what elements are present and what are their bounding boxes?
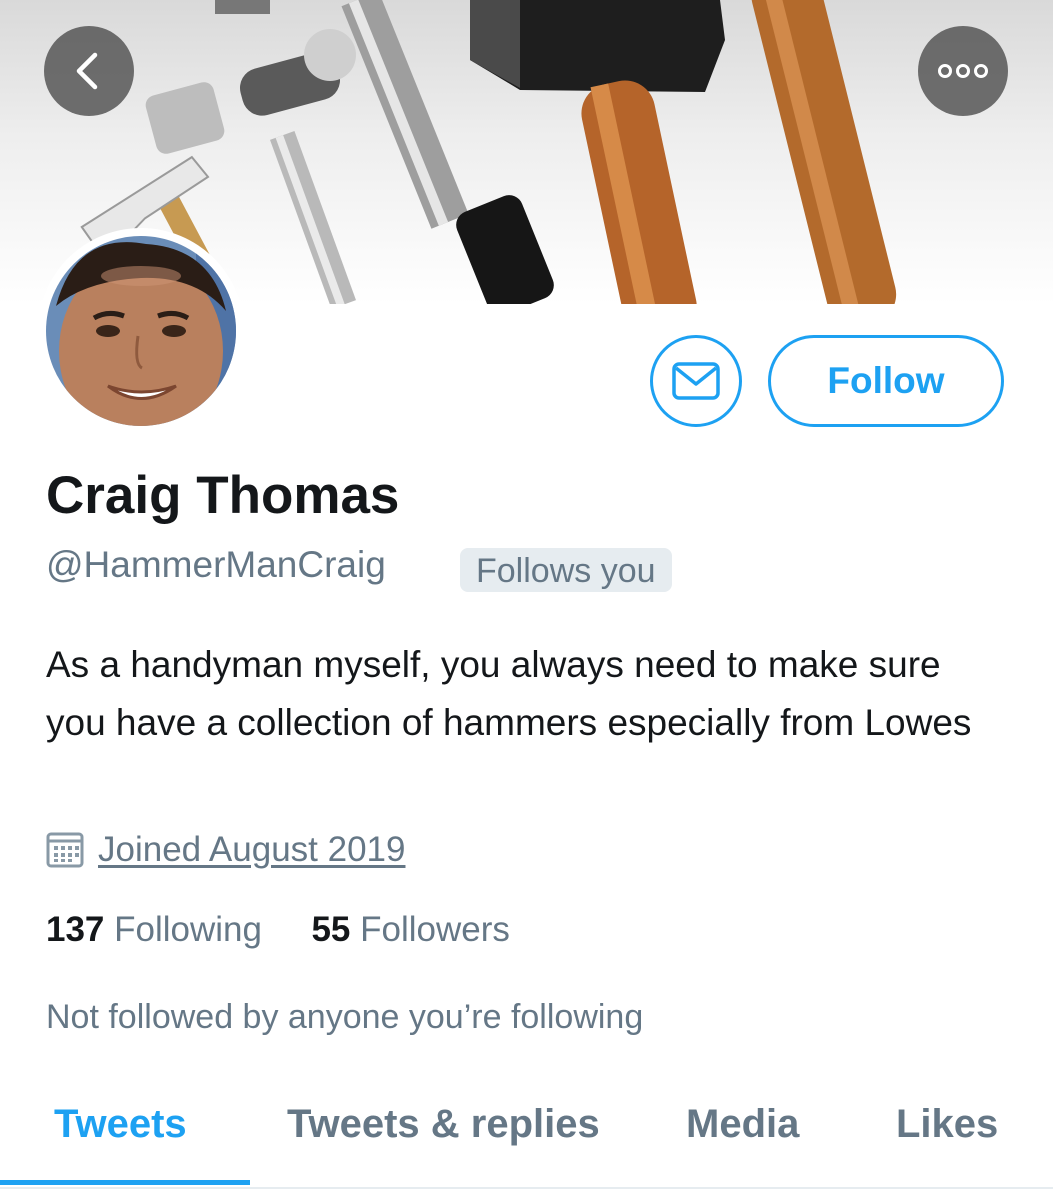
avatar — [46, 236, 236, 426]
tab-likes[interactable]: Likes — [896, 1102, 998, 1147]
mutual-followers-note: Not followed by anyone you’re following — [46, 998, 644, 1036]
tab-media[interactable]: Media — [686, 1102, 799, 1147]
profile-bio: As a handyman myself, you always need to… — [46, 644, 972, 743]
follows-you-badge: Follows you — [460, 548, 672, 592]
joined-date: Joined August 2019 — [46, 830, 405, 870]
avatar-photo — [46, 236, 236, 426]
profile-tabs: Tweets Tweets & replies Media Likes — [0, 1080, 1053, 1190]
envelope-icon — [672, 362, 720, 400]
message-button[interactable] — [650, 335, 742, 427]
calendar-icon — [46, 832, 84, 868]
avatar-frame[interactable] — [38, 228, 244, 434]
follow-stats: 137 Following 55 Followers — [46, 910, 510, 950]
following-count: 137 — [46, 910, 105, 949]
follow-button[interactable]: Follow — [768, 335, 1004, 427]
chevron-left-icon — [76, 52, 98, 90]
followers-count: 55 — [311, 910, 351, 949]
following-label: Following — [114, 910, 262, 949]
wood-handle-right — [751, 0, 897, 304]
tab-tweets[interactable]: Tweets — [54, 1102, 187, 1147]
tabs-divider — [0, 1187, 1053, 1189]
followers-stat[interactable]: 55 Followers — [311, 910, 509, 949]
following-stat[interactable]: 137 Following — [46, 910, 272, 949]
active-tab-indicator — [0, 1180, 250, 1185]
tab-tweets-replies[interactable]: Tweets & replies — [287, 1102, 600, 1147]
profile-handle: @HammerManCraig — [46, 544, 386, 585]
followers-label: Followers — [360, 910, 510, 949]
back-button[interactable] — [44, 26, 134, 116]
profile-name: Craig Thomas — [46, 466, 400, 525]
more-options-button[interactable] — [918, 26, 1008, 116]
more-dots-icon — [938, 64, 988, 78]
joined-text: Joined August 2019 — [98, 830, 406, 869]
